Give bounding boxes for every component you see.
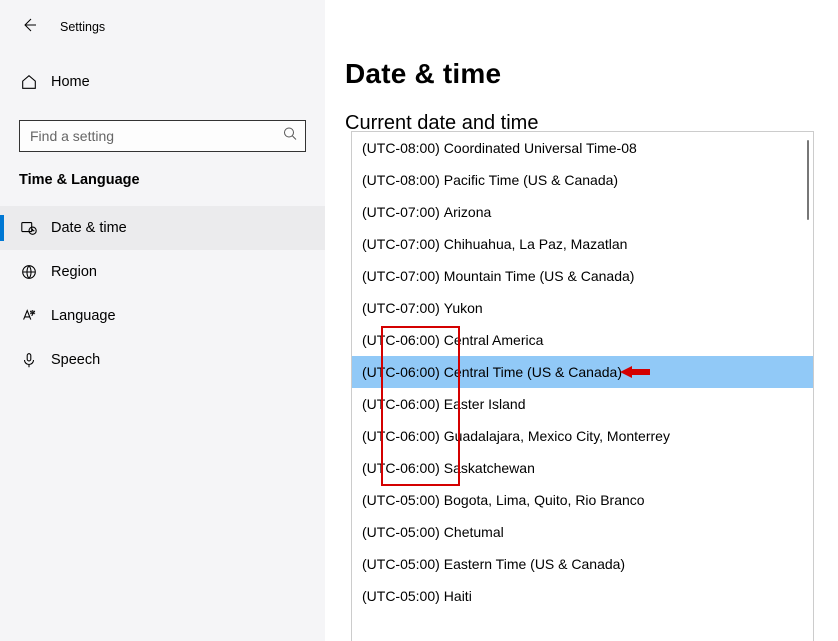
timezone-option[interactable]: (UTC-05:00)Eastern Time (US & Canada)	[352, 548, 813, 580]
search-container	[0, 120, 325, 172]
timezone-name: Chetumal	[444, 516, 504, 548]
sidebar-title: Settings	[60, 20, 105, 34]
timezone-option[interactable]: (UTC-06:00)Central Time (US & Canada)	[352, 356, 813, 388]
timezone-offset: (UTC-07:00)	[362, 292, 440, 324]
sidebar-item-language[interactable]: 字 Language	[0, 294, 325, 338]
timezone-list[interactable]: (UTC-08:00)Coordinated Universal Time-08…	[352, 132, 813, 641]
timezone-offset: (UTC-07:00)	[362, 260, 440, 292]
search-icon	[283, 127, 297, 146]
timezone-offset: (UTC-06:00)	[362, 452, 440, 484]
timezone-name: Central Time (US & Canada)	[444, 356, 622, 388]
sidebar-item-label: Date & time	[51, 220, 127, 236]
timezone-option[interactable]: (UTC-07:00)Yukon	[352, 292, 813, 324]
timezone-option[interactable]: (UTC-06:00)Saskatchewan	[352, 452, 813, 484]
sidebar-item-date-time[interactable]: Date & time	[0, 206, 325, 250]
timezone-option[interactable]: (UTC-06:00)Central America	[352, 324, 813, 356]
timezone-offset: (UTC-06:00)	[362, 324, 440, 356]
timezone-offset: (UTC-05:00)	[362, 548, 440, 580]
timezone-offset: (UTC-06:00)	[362, 388, 440, 420]
timezone-option[interactable]: (UTC-07:00)Arizona	[352, 196, 813, 228]
timezone-offset: (UTC-05:00)	[362, 484, 440, 516]
sidebar-item-label: Home	[51, 74, 90, 90]
section-label: Time & Language	[0, 172, 325, 206]
timezone-name: Bogota, Lima, Quito, Rio Branco	[444, 484, 645, 516]
sidebar-item-speech[interactable]: Speech	[0, 338, 325, 382]
microphone-icon	[19, 350, 39, 370]
timezone-offset: (UTC-05:00)	[362, 580, 440, 612]
timezone-option[interactable]: (UTC-05:00)Haiti	[352, 580, 813, 612]
language-icon: 字	[19, 306, 39, 326]
home-icon	[19, 72, 39, 92]
timezone-option[interactable]: (UTC-05:00)Bogota, Lima, Quito, Rio Bran…	[352, 484, 813, 516]
sidebar-item-label: Language	[51, 308, 116, 324]
timezone-option[interactable]: (UTC-07:00)Mountain Time (US & Canada)	[352, 260, 813, 292]
timezone-name: Saskatchewan	[444, 452, 535, 484]
timezone-offset: (UTC-07:00)	[362, 228, 440, 260]
timezone-dropdown[interactable]: (UTC-08:00)Coordinated Universal Time-08…	[351, 131, 814, 641]
timezone-option[interactable]: (UTC-05:00)Chetumal	[352, 516, 813, 548]
timezone-name: Central America	[444, 324, 544, 356]
main-pane: Date & time Current date and time (UTC-0…	[325, 0, 838, 641]
timezone-name: Mountain Time (US & Canada)	[444, 260, 635, 292]
page-title: Date & time	[325, 58, 838, 90]
timezone-name: Easter Island	[444, 388, 526, 420]
back-button[interactable]	[18, 16, 40, 38]
timezone-name: Arizona	[444, 196, 491, 228]
timezone-offset: (UTC-08:00)	[362, 164, 440, 196]
timezone-offset: (UTC-06:00)	[362, 420, 440, 452]
scrollbar-thumb[interactable]	[807, 140, 809, 220]
timezone-name: Chihuahua, La Paz, Mazatlan	[444, 228, 628, 260]
timezone-offset: (UTC-06:00)	[362, 356, 440, 388]
timezone-name: Coordinated Universal Time-08	[444, 132, 637, 164]
globe-icon	[19, 262, 39, 282]
timezone-offset: (UTC-08:00)	[362, 132, 440, 164]
timezone-name: Yukon	[444, 292, 483, 324]
search-input[interactable]	[20, 121, 275, 151]
timezone-offset: (UTC-07:00)	[362, 196, 440, 228]
timezone-name: Haiti	[444, 580, 472, 612]
sidebar-item-label: Speech	[51, 352, 100, 368]
timezone-option[interactable]: (UTC-08:00)Coordinated Universal Time-08	[352, 132, 813, 164]
sidebar-item-region[interactable]: Region	[0, 250, 325, 294]
timezone-name: Eastern Time (US & Canada)	[444, 548, 625, 580]
timezone-name: Pacific Time (US & Canada)	[444, 164, 618, 196]
search-box[interactable]	[19, 120, 306, 152]
timezone-option[interactable]: (UTC-07:00)Chihuahua, La Paz, Mazatlan	[352, 228, 813, 260]
back-arrow-icon	[21, 17, 37, 38]
svg-text:字: 字	[30, 309, 35, 317]
timezone-option[interactable]: (UTC-06:00)Guadalajara, Mexico City, Mon…	[352, 420, 813, 452]
sidebar-item-label: Region	[51, 264, 97, 280]
sidebar-header: Settings	[0, 16, 325, 60]
calendar-clock-icon	[19, 218, 39, 238]
timezone-option[interactable]: (UTC-08:00)Pacific Time (US & Canada)	[352, 164, 813, 196]
sidebar: Settings Home Time & Language Date & tim…	[0, 0, 325, 641]
sidebar-item-home[interactable]: Home	[0, 60, 325, 104]
timezone-offset: (UTC-05:00)	[362, 516, 440, 548]
timezone-name: Guadalajara, Mexico City, Monterrey	[444, 420, 670, 452]
timezone-option[interactable]: (UTC-06:00)Easter Island	[352, 388, 813, 420]
